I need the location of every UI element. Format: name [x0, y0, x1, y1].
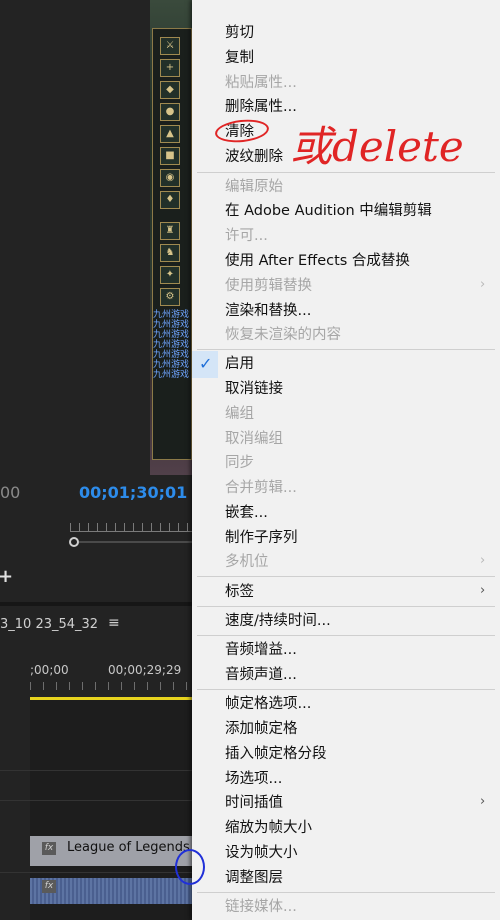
- menu-item-unlink[interactable]: 取消链接: [225, 380, 283, 398]
- menu-item-label[interactable]: 标签: [225, 583, 254, 601]
- game-text: 九州游戏: [153, 350, 190, 360]
- menu-separator: [197, 349, 495, 350]
- annotation-text: 或delete: [290, 122, 464, 171]
- timeline-ruler[interactable]: [30, 682, 195, 690]
- menu-item-nest[interactable]: 嵌套...: [225, 504, 268, 522]
- sequence-tab-name[interactable]: 3_10 23_54_32: [0, 617, 98, 632]
- video-clip[interactable]: fx League of Legends: [30, 836, 195, 866]
- panel-divider[interactable]: [0, 602, 195, 606]
- zoom-slider-handle[interactable]: [69, 537, 79, 547]
- menu-item-replace-with-ae[interactable]: 使用 After Effects 合成替换: [225, 252, 410, 270]
- game-icon: ◉: [160, 169, 180, 187]
- timecode-current[interactable]: 00;01;30;01: [79, 483, 187, 502]
- menu-item-license[interactable]: 许可...: [225, 227, 268, 245]
- game-text: 九州游戏: [153, 310, 190, 320]
- game-text: 九州游戏: [153, 340, 190, 350]
- game-text: 九州游戏: [153, 360, 190, 370]
- track-divider: [0, 872, 195, 873]
- panel-menu-icon[interactable]: ≡: [108, 615, 120, 631]
- checkmark-icon: ✓: [199, 354, 213, 373]
- game-icon: ♦: [160, 191, 180, 209]
- menu-item-set-to-frame-size[interactable]: 设为帧大小: [225, 844, 298, 862]
- menu-item-field-options[interactable]: 场选项...: [225, 770, 282, 788]
- menu-item-audio-channels[interactable]: 音频声道...: [225, 666, 297, 684]
- game-icon: ◆: [160, 81, 180, 99]
- game-icon: ●: [160, 103, 180, 121]
- game-icon: ✦: [160, 266, 180, 284]
- menu-separator: [197, 689, 495, 690]
- menu-item-cut[interactable]: 剪切: [225, 24, 254, 42]
- game-text: 九州游戏: [153, 330, 190, 340]
- submenu-arrow-icon: ›: [480, 583, 486, 598]
- submenu-arrow-icon: ›: [480, 553, 486, 568]
- timeline-time-label: 00;00;29;29: [108, 663, 182, 677]
- menu-item-ripple-delete[interactable]: 波纹删除: [225, 148, 283, 166]
- game-icon: ⚔: [160, 37, 180, 55]
- menu-separator: [197, 576, 495, 577]
- track-divider: [0, 770, 195, 771]
- submenu-arrow-icon: ›: [480, 794, 486, 809]
- menu-item-merge-clips[interactable]: 合并剪辑...: [225, 479, 297, 497]
- menu-item-restore-unrendered[interactable]: 恢复未渲染的内容: [225, 326, 341, 344]
- menu-item-scale-to-frame-size[interactable]: 缩放为帧大小: [225, 819, 312, 837]
- menu-item-enable[interactable]: 启用: [225, 355, 254, 373]
- menu-item-replace-with-clip[interactable]: 使用剪辑替换: [225, 277, 312, 295]
- menu-item-insert-frame-hold-segment[interactable]: 插入帧定格分段: [225, 745, 327, 763]
- menu-item-edit-in-audition[interactable]: 在 Adobe Audition 中编辑剪辑: [225, 202, 432, 220]
- menu-item-make-subsequence[interactable]: 制作子序列: [225, 529, 298, 547]
- game-icon: +: [160, 59, 180, 77]
- menu-item-speed-duration[interactable]: 速度/持续时间...: [225, 612, 331, 630]
- menu-separator: [197, 635, 495, 636]
- menu-item-paste-attributes[interactable]: 粘贴属性...: [225, 74, 297, 92]
- menu-item-render-and-replace[interactable]: 渲染和替换...: [225, 302, 311, 320]
- menu-item-add-frame-hold[interactable]: 添加帧定格: [225, 720, 298, 738]
- fx-badge-icon: fx: [42, 880, 56, 893]
- menu-item-adjustment-layer[interactable]: 调整图层: [225, 869, 283, 887]
- clip-label: League of Legends: [67, 840, 190, 855]
- game-icon: ■: [160, 147, 180, 165]
- fx-badge-icon: fx: [42, 842, 56, 855]
- menu-item-time-interpolation[interactable]: 时间插值: [225, 794, 283, 812]
- game-text: 九州游戏: [153, 320, 190, 330]
- menu-item-audio-gain[interactable]: 音频增益...: [225, 641, 297, 659]
- menu-separator: [197, 892, 495, 893]
- add-icon[interactable]: +: [0, 566, 13, 587]
- monitor-ruler[interactable]: [70, 523, 195, 532]
- menu-item-copy[interactable]: 复制: [225, 49, 254, 67]
- track-divider: [0, 800, 195, 801]
- game-icon: ♜: [160, 222, 180, 240]
- timeline-time-label: ;00;00: [30, 663, 69, 677]
- zoom-slider-track[interactable]: [79, 541, 195, 543]
- menu-item-remove-attributes[interactable]: 删除属性...: [225, 98, 297, 116]
- timecode-duration: 00: [0, 483, 21, 502]
- menu-item-ungroup[interactable]: 取消编组: [225, 430, 283, 448]
- audio-clip[interactable]: fx: [30, 878, 195, 904]
- game-icon: ♞: [160, 244, 180, 262]
- menu-item-frame-hold-options[interactable]: 帧定格选项...: [225, 695, 311, 713]
- annotation-circle-blue: [175, 849, 205, 885]
- menu-item-multicamera[interactable]: 多机位: [225, 553, 269, 571]
- menu-item-synchronize[interactable]: 同步: [225, 454, 254, 472]
- submenu-arrow-icon: ›: [480, 277, 486, 292]
- game-icon: ⚙: [160, 288, 180, 306]
- menu-item-link-media[interactable]: 链接媒体...: [225, 898, 297, 916]
- game-icon: ▲: [160, 125, 180, 143]
- menu-separator: [197, 606, 495, 607]
- menu-item-edit-original[interactable]: 编辑原始: [225, 178, 283, 196]
- menu-item-group[interactable]: 编组: [225, 405, 254, 423]
- game-text: 九州游戏: [153, 370, 190, 380]
